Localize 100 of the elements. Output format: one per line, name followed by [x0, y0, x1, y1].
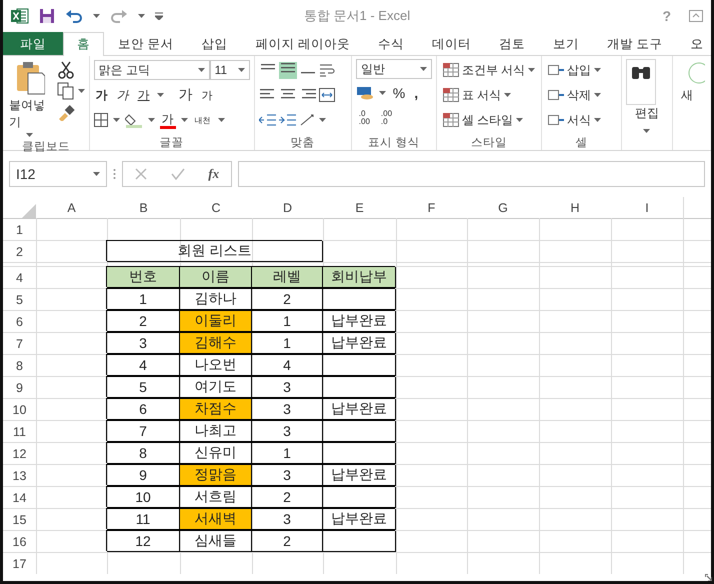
- editing-label[interactable]: 편집: [634, 106, 659, 120]
- font-name-dropdown[interactable]: 맑은 고딕: [94, 60, 210, 80]
- decimal-button[interactable]: .00 .0: [378, 110, 396, 126]
- percent-button[interactable]: %: [390, 84, 408, 102]
- number-format-dropdown[interactable]: 일반: [356, 59, 432, 79]
- excel-logo-icon[interactable]: [11, 8, 29, 24]
- caret-icon[interactable]: [318, 118, 326, 122]
- cells-button[interactable]: 서식: [546, 110, 604, 130]
- ribbon-tab[interactable]: 삽입: [187, 32, 242, 55]
- binoculars-icon[interactable]: [630, 64, 651, 80]
- cells-icon[interactable]: [548, 88, 564, 102]
- merge-center-icon[interactable]: [318, 88, 335, 102]
- ribbon-tab[interactable]: 개발 도구: [592, 32, 676, 55]
- caret-icon[interactable]: [148, 118, 155, 122]
- ribbon-tab[interactable]: 페이지 레이아웃: [241, 32, 364, 55]
- ribbon-tab[interactable]: 검토: [484, 32, 539, 55]
- undo-icon[interactable]: [65, 9, 83, 23]
- ribbon-tab[interactable]: 파일: [3, 32, 63, 55]
- formula-input[interactable]: [238, 161, 705, 187]
- table-cell: 납부완료: [323, 509, 396, 530]
- align-middle-icon[interactable]: [278, 62, 297, 76]
- caret-icon[interactable]: [138, 14, 145, 18]
- ribbon-display-icon[interactable]: [689, 10, 703, 22]
- paste-button[interactable]: 붙여넣기: [7, 59, 53, 139]
- italic-button[interactable]: 가: [114, 86, 131, 104]
- cells-button[interactable]: 삽입: [546, 60, 604, 80]
- underline-button[interactable]: 가: [136, 86, 152, 104]
- caret-icon[interactable]: [594, 93, 602, 97]
- caret-icon[interactable]: [93, 14, 100, 18]
- caret-icon[interactable]: [78, 89, 85, 93]
- table-style-icon[interactable]: [442, 113, 459, 127]
- ribbon-tab[interactable]: 보안 문서: [104, 32, 188, 55]
- table-cell: 1: [252, 443, 323, 464]
- caret-icon[interactable]: [378, 91, 386, 95]
- table-style-icon[interactable]: [442, 88, 459, 102]
- format-painter-icon[interactable]: [56, 103, 75, 121]
- borders-icon[interactable]: [94, 113, 108, 127]
- caret-icon[interactable]: [218, 118, 225, 122]
- cells-button[interactable]: 삭제: [546, 86, 604, 104]
- style-button[interactable]: 조건부 서식: [440, 60, 538, 80]
- style-button[interactable]: 표 서식: [440, 86, 514, 104]
- caret-icon[interactable]: [238, 68, 245, 72]
- table-cell: 나오번: [180, 355, 252, 376]
- caret-icon[interactable]: [420, 67, 427, 71]
- shrink-font-button[interactable]: 가: [200, 86, 215, 104]
- style-button[interactable]: 셀 스타일: [440, 110, 526, 130]
- table-style-icon[interactable]: [442, 63, 459, 77]
- caret-icon[interactable]: [26, 133, 34, 137]
- caret-icon[interactable]: [594, 118, 602, 122]
- cells-icon[interactable]: [548, 113, 564, 127]
- table-cell: 납부완료: [323, 465, 396, 486]
- table-cell: 2: [252, 289, 323, 310]
- currency-icon[interactable]: [356, 86, 374, 100]
- clipboard-icon[interactable]: [14, 61, 45, 95]
- fill-color-icon[interactable]: [124, 112, 143, 128]
- table-cell: 납부완료: [323, 333, 396, 354]
- caret-icon[interactable]: [504, 93, 512, 97]
- table-cell: 3: [252, 421, 323, 442]
- ribbon-tab[interactable]: 보기: [538, 32, 593, 55]
- caret-icon[interactable]: [516, 118, 524, 122]
- caret-icon[interactable]: [112, 118, 120, 122]
- grow-font-button[interactable]: 가: [176, 85, 195, 105]
- group-label: 글꼴: [160, 136, 184, 150]
- decrease-indent-icon[interactable]: [258, 113, 277, 127]
- caret-icon[interactable]: [198, 68, 205, 72]
- comma-button[interactable]: ,: [412, 84, 420, 102]
- row-number: 12: [12, 446, 26, 460]
- font-size-dropdown[interactable]: 11: [210, 60, 250, 80]
- increase-indent-icon[interactable]: [278, 113, 297, 127]
- ribbon-tab[interactable]: 오: [676, 32, 711, 55]
- table-cell: 차점수: [180, 399, 252, 420]
- header-cell: 레벨: [252, 267, 323, 288]
- save-icon[interactable]: [39, 8, 55, 24]
- row-number: 7: [16, 336, 23, 350]
- group-label: 셀: [575, 136, 588, 150]
- copy-icon[interactable]: [56, 82, 75, 100]
- customize-icon[interactable]: [155, 12, 163, 20]
- font-color-button[interactable]: 가: [160, 112, 176, 128]
- insert-function-button[interactable]: fx: [208, 166, 220, 182]
- decimal-button[interactable]: .0 .00: [356, 110, 373, 126]
- caret-icon[interactable]: [528, 68, 536, 72]
- name-box[interactable]: I12: [9, 161, 107, 187]
- table-cell: 4: [107, 355, 180, 376]
- cells-icon[interactable]: [548, 63, 564, 77]
- ribbon-tab[interactable]: 데이터: [418, 32, 485, 55]
- ribbon-tab[interactable]: 수식: [364, 32, 418, 55]
- caret-icon[interactable]: [93, 172, 100, 176]
- caret-icon[interactable]: [180, 118, 188, 122]
- caret-icon[interactable]: [594, 68, 602, 72]
- row-number: 1: [16, 222, 23, 236]
- cut-icon[interactable]: [56, 61, 75, 79]
- caret-icon[interactable]: [156, 93, 164, 97]
- table-cell: 나최고: [180, 421, 252, 442]
- new-group-button[interactable]: 새: [679, 59, 707, 106]
- bold-button[interactable]: 가: [94, 86, 110, 104]
- phonetic-button[interactable]: 내천: [192, 114, 213, 126]
- editing-button[interactable]: [626, 59, 656, 105]
- caret-icon[interactable]: [643, 129, 650, 133]
- ribbon-tab[interactable]: 홈: [63, 32, 104, 56]
- wrap-text-icon[interactable]: [318, 63, 335, 77]
